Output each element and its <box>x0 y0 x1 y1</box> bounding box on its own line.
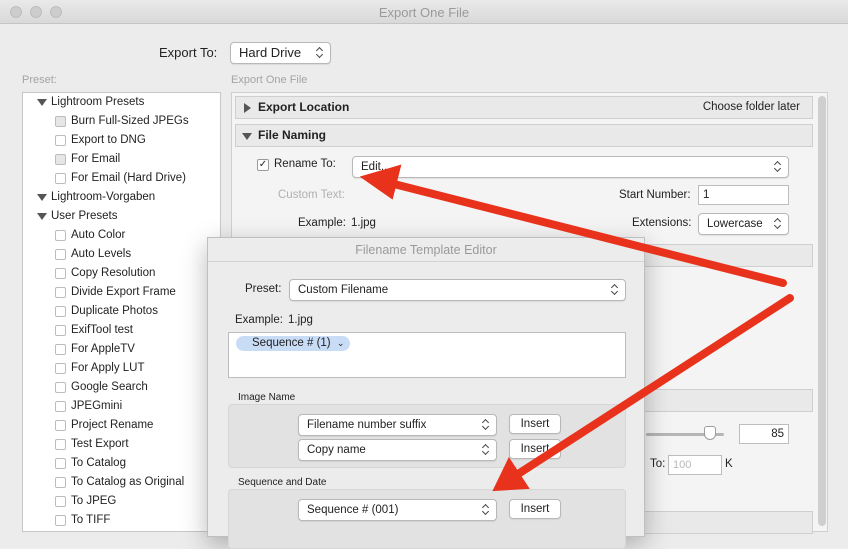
section-export-location[interactable]: Export Location Choose folder later <box>235 96 813 119</box>
chevron-updown-icon <box>482 419 490 431</box>
limit-size-field[interactable]: 100 <box>668 455 722 475</box>
preset-item[interactable]: For Email (Hard Drive) <box>55 169 186 188</box>
window-titlebar: Export One File <box>0 0 848 24</box>
disclosure-triangle-icon[interactable] <box>37 213 47 220</box>
sequence-token[interactable]: Sequence # (1) ⌄ <box>236 336 351 351</box>
preset-item[interactable]: Copy Resolution <box>55 264 155 283</box>
insert-button[interactable]: Insert <box>509 414 561 434</box>
preset-folder-lightroom[interactable]: Lightroom Presets <box>37 93 144 112</box>
template-token-field[interactable]: Sequence # (1) ⌄ <box>228 332 626 378</box>
naming-example-value: 1.jpg <box>351 217 376 229</box>
dialog-example-label: Example: <box>235 314 283 326</box>
preset-item[interactable]: Auto Levels <box>55 245 131 264</box>
limit-size-unit: K <box>725 458 733 470</box>
insert-button[interactable]: Insert <box>509 499 561 519</box>
image-name-select-2[interactable]: Copy name <box>298 439 497 461</box>
section-file-naming[interactable]: File Naming <box>235 124 813 147</box>
insert-button[interactable]: Insert <box>509 439 561 459</box>
preset-item[interactable]: Google Search <box>55 378 148 397</box>
export-location-summary: Choose folder later <box>702 101 800 113</box>
disclosure-triangle-icon[interactable] <box>37 99 47 106</box>
rename-template-select[interactable]: Edit... <box>352 156 789 178</box>
preset-folder-vorgaben[interactable]: Lightroom-Vorgaben <box>37 188 155 207</box>
extensions-select[interactable]: Lowercase <box>698 213 789 235</box>
export-to-select[interactable]: Hard Drive <box>230 42 331 64</box>
disclosure-triangle-icon[interactable] <box>37 194 47 201</box>
limit-size-label: To: <box>650 458 666 470</box>
quality-slider-thumb[interactable] <box>704 426 716 440</box>
export-to-value: Hard Drive <box>239 45 302 60</box>
dialog-preset-label: Preset: <box>245 283 282 295</box>
preset-list: Lightroom Presets Burn Full-Sized JPEGs … <box>22 92 221 532</box>
preset-item[interactable]: Export to DNG <box>55 131 146 150</box>
start-number-field[interactable]: 1 <box>698 185 789 205</box>
preset-item[interactable]: Project Rename <box>55 416 153 435</box>
rename-to-label: Rename To: <box>274 158 336 170</box>
chevron-updown-icon <box>611 284 619 296</box>
dialog-title: Filename Template Editor <box>208 238 644 262</box>
chevron-updown-icon <box>482 504 490 516</box>
preset-item[interactable]: Divide Export Frame <box>55 283 176 302</box>
preset-item[interactable]: For AppleTV <box>55 340 135 359</box>
preset-item[interactable]: To Catalog <box>55 454 126 473</box>
filename-template-editor: Filename Template Editor Preset: Custom … <box>207 237 645 549</box>
settings-scrollbar[interactable] <box>818 96 826 526</box>
window-title: Export One File <box>378 5 470 20</box>
chevron-updown-icon <box>774 161 782 173</box>
preset-item[interactable]: For Email <box>55 150 120 169</box>
sequence-select[interactable]: Sequence # (001) <box>298 499 497 521</box>
custom-text-label: Custom Text: <box>278 189 345 201</box>
chevron-updown-icon <box>774 218 782 230</box>
preset-folder-user[interactable]: User Presets <box>37 207 117 226</box>
export-to-label: Export To: <box>159 45 218 60</box>
disclosure-down-icon[interactable] <box>242 133 252 140</box>
preset-item[interactable]: Auto Color <box>55 226 125 245</box>
disclosure-right-icon[interactable] <box>244 103 251 113</box>
chevron-updown-icon <box>482 444 490 456</box>
chevron-updown-icon <box>316 47 324 59</box>
preset-item[interactable]: To Catalog as Original <box>55 473 184 492</box>
settings-panel-label: Export One File <box>231 74 308 86</box>
image-name-group: Filename number suffix Insert Copy name … <box>228 404 626 468</box>
preset-item[interactable]: ExifTool test <box>55 321 133 340</box>
start-number-label: Start Number: <box>619 189 691 201</box>
preset-item[interactable]: JPEGmini <box>55 397 122 416</box>
preset-item[interactable]: Burn Full-Sized JPEGs <box>55 112 189 131</box>
preset-item[interactable]: For Apply LUT <box>55 359 145 378</box>
image-name-select-1[interactable]: Filename number suffix <box>298 414 497 436</box>
naming-example-label: Example: <box>298 217 346 229</box>
preset-item[interactable]: Duplicate Photos <box>55 302 158 321</box>
dialog-example-value: 1.jpg <box>288 314 313 326</box>
extensions-label: Extensions: <box>632 217 692 229</box>
image-name-label: Image Name <box>238 392 296 403</box>
preset-panel-label: Preset: <box>22 74 57 86</box>
rename-checkbox[interactable]: ✓ <box>257 159 269 171</box>
sequence-date-label: Sequence and Date <box>238 477 327 488</box>
token-chevron-down-icon[interactable]: ⌄ <box>337 338 345 348</box>
sequence-date-group: Sequence # (001) Insert <box>228 489 626 549</box>
dialog-preset-select[interactable]: Custom Filename <box>289 279 626 301</box>
preset-item[interactable]: Test Export <box>55 435 129 454</box>
quality-field[interactable]: 85 <box>739 424 789 444</box>
preset-item[interactable]: To JPEG <box>55 492 116 511</box>
